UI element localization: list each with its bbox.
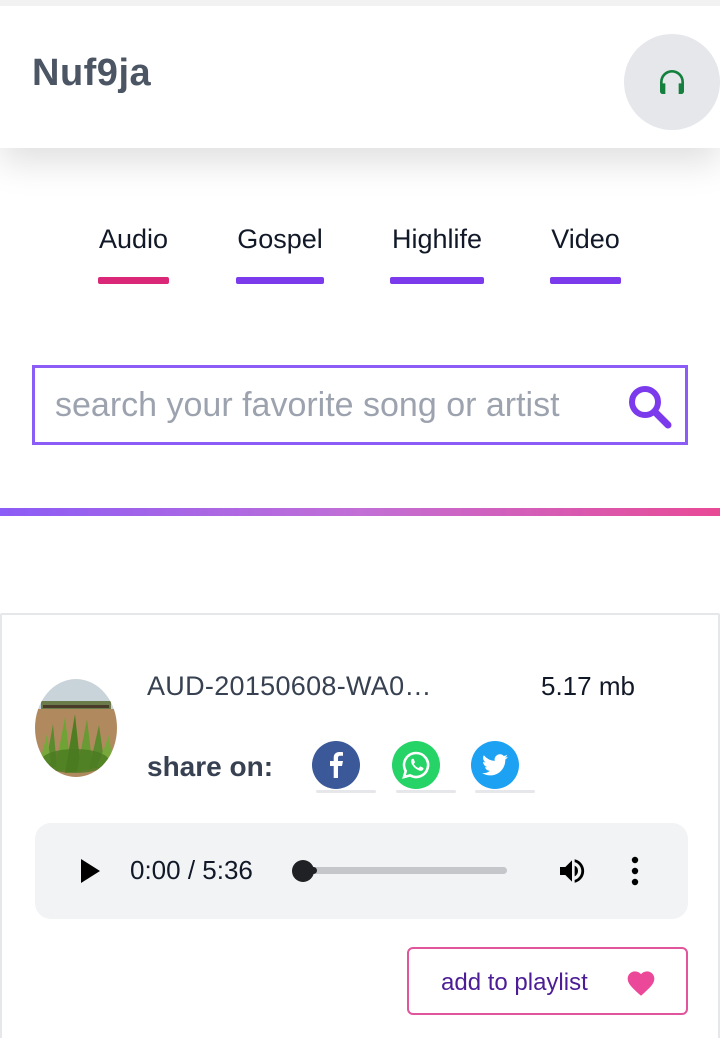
share-whatsapp-button[interactable] — [392, 741, 456, 793]
search-icon — [629, 386, 672, 429]
track-file-name: AUD-20150608-WA0… — [147, 671, 432, 701]
whatsapp-icon — [392, 741, 440, 789]
share-label: share on: — [147, 751, 274, 782]
tab-audio[interactable]: Audio — [98, 224, 169, 288]
twitter-icon — [471, 741, 519, 789]
tab-label: Audio — [98, 224, 169, 254]
seek-handle[interactable] — [292, 860, 315, 882]
tab-underline — [236, 277, 324, 284]
volume-button[interactable] — [553, 853, 591, 889]
tab-underline — [390, 277, 484, 284]
seek-slider[interactable] — [292, 860, 507, 882]
time-separator: / — [180, 855, 203, 885]
tab-label: Gospel — [237, 224, 323, 254]
app-header: Nuf9ja — [0, 0, 720, 148]
track-thumbnail — [35, 679, 117, 777]
tab-label: Highlife — [391, 224, 483, 254]
audio-player: 0:00 / 5:36 — [35, 823, 688, 919]
search-input[interactable] — [55, 368, 615, 442]
track-file-size: 5.17 mb — [541, 671, 635, 701]
more-vert-icon — [631, 856, 639, 886]
play-button[interactable] — [73, 853, 107, 889]
tab-underline — [98, 277, 169, 284]
volume-icon — [560, 859, 585, 883]
playback-time: 0:00 / 5:36 — [130, 855, 253, 886]
brand-logo[interactable]: Nuf9ja — [32, 52, 151, 95]
play-icon — [81, 859, 100, 883]
tab-underline — [550, 277, 621, 284]
share-underline — [396, 790, 456, 793]
current-time: 0:00 — [130, 855, 181, 885]
tab-label: Video — [551, 224, 620, 254]
facebook-icon — [312, 741, 360, 789]
headphones-button[interactable] — [624, 34, 720, 130]
gradient-divider — [0, 508, 720, 516]
category-tabs: Audio Gospel Highlife Video — [0, 224, 720, 294]
more-options-button[interactable] — [623, 853, 647, 889]
share-underline — [316, 790, 376, 793]
track-card: AUD-20150608-WA0… 5.17 mb share on: 0:00… — [0, 613, 720, 1038]
headphones-icon — [660, 70, 684, 94]
share-facebook-button[interactable] — [312, 741, 376, 793]
add-to-playlist-label: add to playlist — [441, 969, 588, 996]
share-twitter-button[interactable] — [471, 741, 535, 793]
tab-video[interactable]: Video — [550, 224, 621, 288]
tab-gospel[interactable]: Gospel — [236, 224, 324, 288]
add-to-playlist-button[interactable]: add to playlist — [407, 947, 688, 1015]
tab-highlife[interactable]: Highlife — [390, 224, 484, 288]
heart-icon — [627, 971, 655, 996]
search-button[interactable] — [623, 380, 675, 432]
duration: 5:36 — [202, 855, 253, 885]
search-bar — [32, 365, 688, 445]
share-underline — [475, 790, 535, 793]
